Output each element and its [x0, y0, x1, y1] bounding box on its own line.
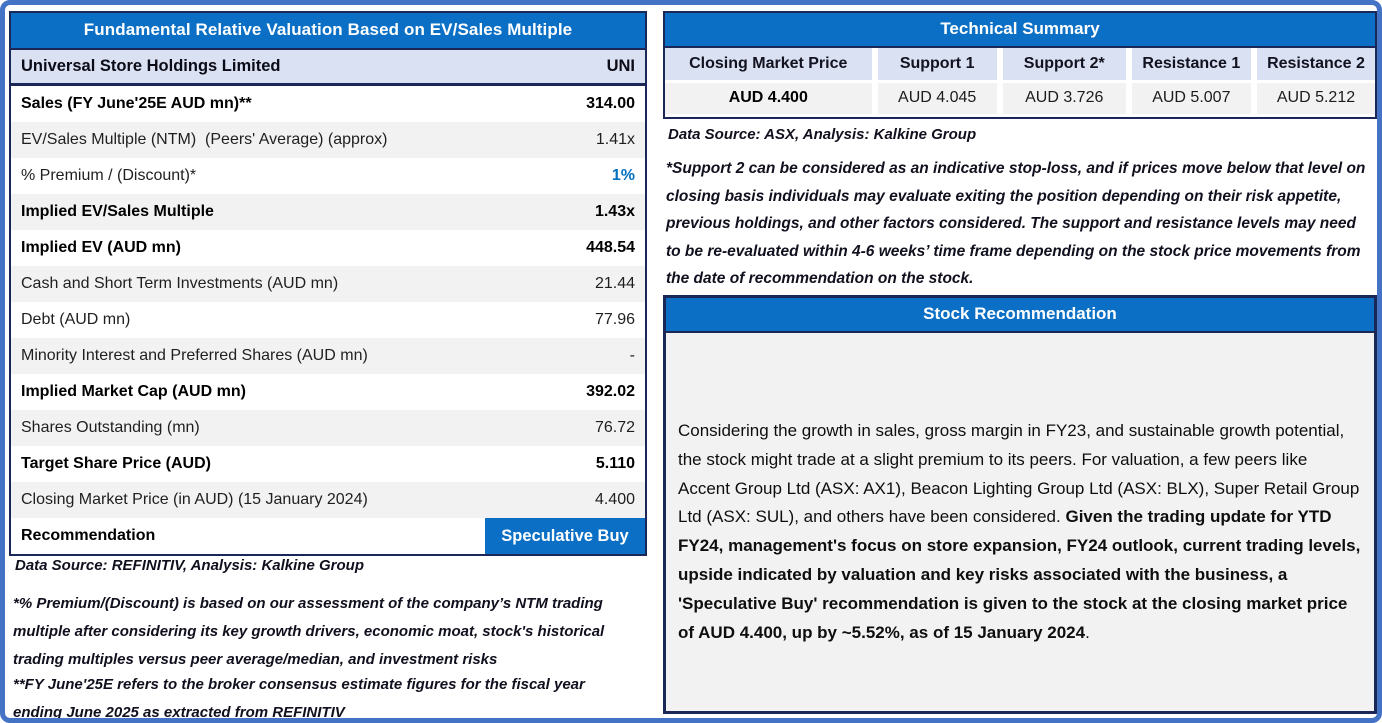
- row-label: Target Share Price (AUD): [11, 455, 211, 473]
- table-row: Shares Outstanding (mn) 76.72: [11, 410, 645, 446]
- row-value: 392.02: [586, 383, 645, 401]
- valuation-table-title: Fundamental Relative Valuation Based on …: [11, 13, 645, 50]
- valuation-table-subheader: Universal Store Holdings Limited UNI: [11, 50, 645, 86]
- ticker-symbol: UNI: [607, 57, 635, 76]
- resistance-1-value: AUD 5.007: [1132, 83, 1251, 114]
- recommendation-text-end: .: [1085, 623, 1090, 642]
- technical-summary-grid: Closing Market Price Support 1 Support 2…: [665, 48, 1375, 117]
- support-2-value: AUD 3.726: [1003, 83, 1126, 114]
- row-label: Recommendation: [11, 527, 155, 545]
- row-label: Cash and Short Term Investments (AUD mn): [11, 275, 338, 293]
- recommendation-text-bold: Given the trading update for YTD FY24, m…: [678, 507, 1360, 641]
- row-value: 5.110: [596, 455, 645, 473]
- stock-recommendation-box: Stock Recommendation Considering the gro…: [663, 295, 1377, 714]
- row-label: Closing Market Price (in AUD) (15 Januar…: [11, 491, 368, 509]
- row-label: Debt (AUD mn): [11, 311, 130, 329]
- technical-data-source: Data Source: ASX, Analysis: Kalkine Grou…: [668, 126, 976, 143]
- column-header: Closing Market Price: [665, 48, 872, 80]
- technical-footnote-support: *Support 2 can be considered as an indic…: [666, 155, 1374, 293]
- row-label: % Premium / (Discount)*: [11, 167, 196, 185]
- stock-recommendation-title: Stock Recommendation: [666, 298, 1374, 333]
- row-label: Implied EV (AUD mn): [11, 239, 181, 257]
- technical-summary-title: Technical Summary: [665, 13, 1375, 48]
- row-value: 1.41x: [596, 131, 645, 149]
- resistance-2-value: AUD 5.212: [1257, 83, 1375, 114]
- recommendation-badge: Speculative Buy: [485, 518, 645, 554]
- row-label: Implied EV/Sales Multiple: [11, 203, 214, 221]
- table-row: Minority Interest and Preferred Shares (…: [11, 338, 645, 374]
- table-row: Sales (FY June'25E AUD mn)** 314.00: [11, 86, 645, 122]
- column-header: Support 1: [878, 48, 997, 80]
- table-row: Implied EV/Sales Multiple 1.43x: [11, 194, 645, 230]
- table-row: Cash and Short Term Investments (AUD mn)…: [11, 266, 645, 302]
- row-label: Sales (FY June'25E AUD mn)**: [11, 95, 252, 113]
- table-row: Target Share Price (AUD) 5.110: [11, 446, 645, 482]
- report-frame: Fundamental Relative Valuation Based on …: [0, 0, 1382, 723]
- column-header: Resistance 2: [1257, 48, 1375, 80]
- closing-price-value: AUD 4.400: [665, 83, 872, 114]
- stock-recommendation-body: Considering the growth in sales, gross m…: [666, 333, 1374, 647]
- row-label: Minority Interest and Preferred Shares (…: [11, 347, 368, 365]
- table-row: % Premium / (Discount)* 1%: [11, 158, 645, 194]
- row-value: 76.72: [595, 419, 645, 437]
- row-label: Implied Market Cap (AUD mn): [11, 383, 246, 401]
- row-value: 77.96: [595, 311, 645, 329]
- column-header: Support 2*: [1003, 48, 1126, 80]
- table-row: Closing Market Price (in AUD) (15 Januar…: [11, 482, 645, 518]
- row-label: Shares Outstanding (mn): [11, 419, 200, 437]
- valuation-table: Fundamental Relative Valuation Based on …: [9, 11, 647, 556]
- valuation-footnote-premium: *% Premium/(Discount) is based on our as…: [13, 590, 623, 674]
- support-1-value: AUD 4.045: [878, 83, 997, 114]
- row-value: 314.00: [586, 95, 645, 113]
- table-row-recommendation: Recommendation Speculative Buy: [11, 518, 645, 554]
- row-label: EV/Sales Multiple (NTM) (Peers' Average)…: [11, 131, 387, 149]
- row-value: 4.400: [595, 491, 645, 509]
- valuation-footnote-fy25: **FY June'25E refers to the broker conse…: [13, 671, 633, 723]
- valuation-data-source: Data Source: REFINITIV, Analysis: Kalkin…: [15, 557, 364, 574]
- row-value: 448.54: [586, 239, 645, 257]
- row-value: 21.44: [595, 275, 645, 293]
- technical-summary-table: Technical Summary Closing Market Price S…: [663, 11, 1377, 119]
- table-row: EV/Sales Multiple (NTM) (Peers' Average)…: [11, 122, 645, 158]
- table-row: Implied Market Cap (AUD mn) 392.02: [11, 374, 645, 410]
- table-row: Debt (AUD mn) 77.96: [11, 302, 645, 338]
- column-header: Resistance 1: [1132, 48, 1251, 80]
- row-value: -: [630, 347, 645, 365]
- table-row: Implied EV (AUD mn) 448.54: [11, 230, 645, 266]
- row-value-premium: 1%: [612, 167, 645, 185]
- row-value: 1.43x: [595, 203, 645, 221]
- company-name: Universal Store Holdings Limited: [21, 57, 280, 76]
